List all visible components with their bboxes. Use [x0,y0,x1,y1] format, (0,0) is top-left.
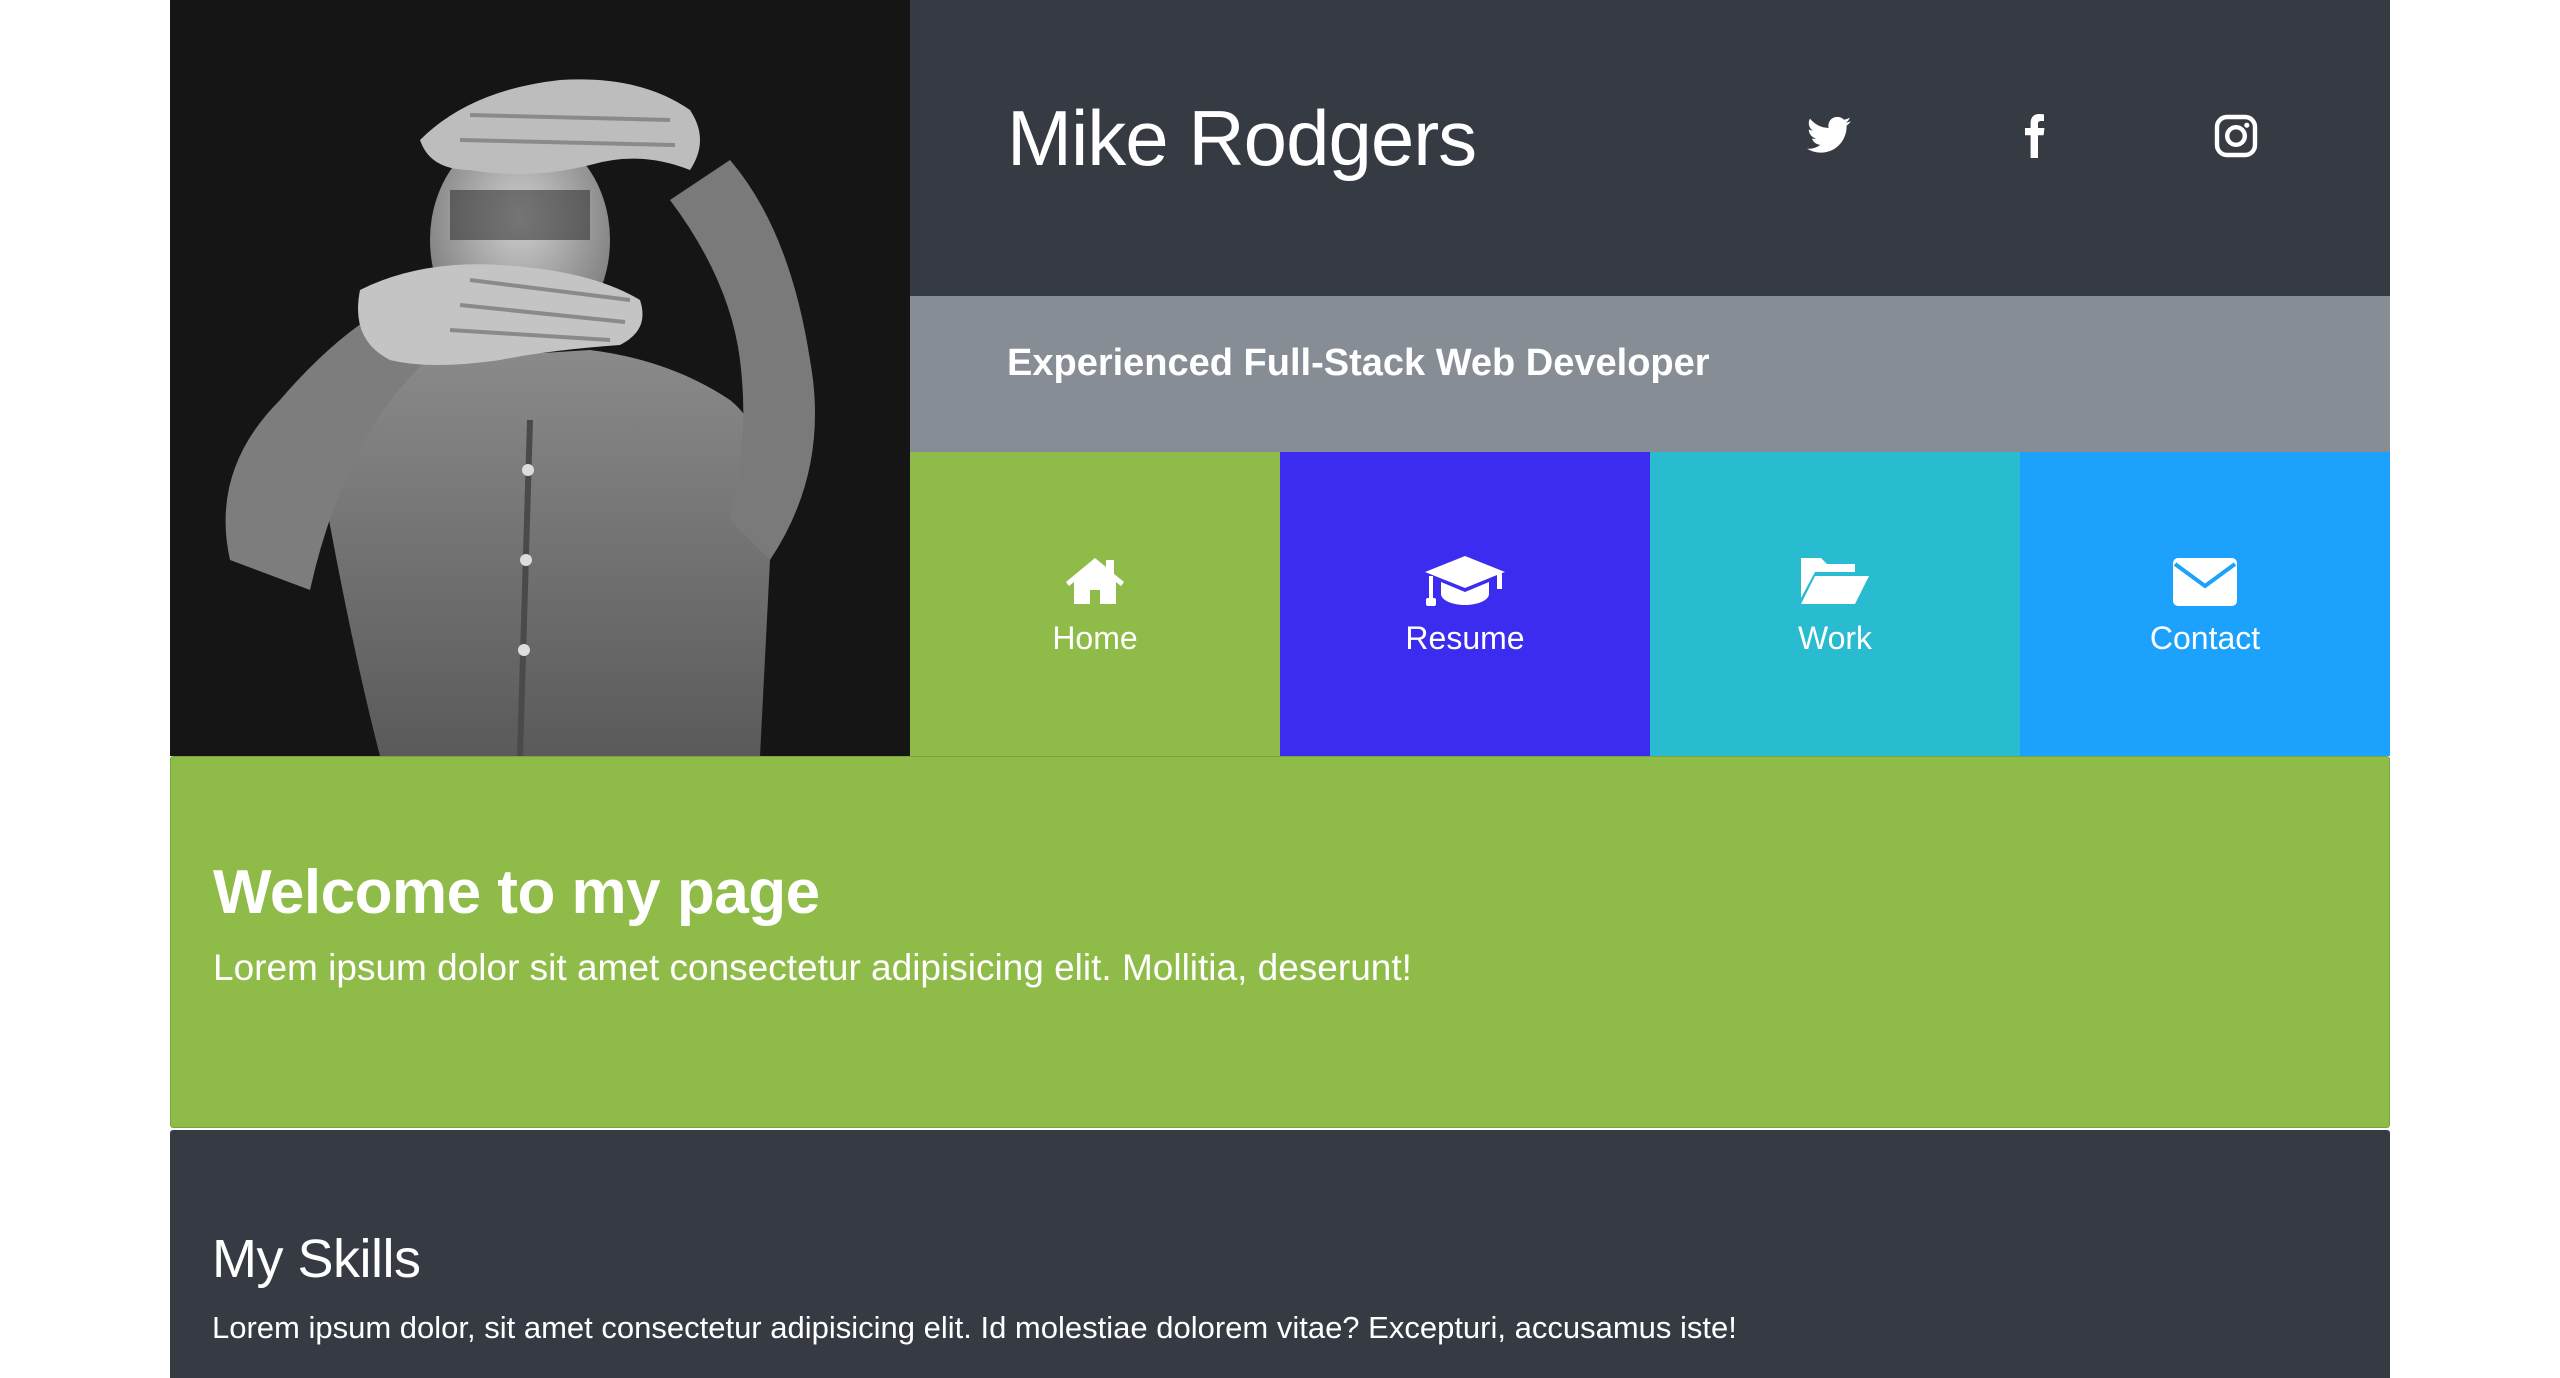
nav-item-contact[interactable]: Contact [2020,452,2390,756]
showcase: Mike Rodgers Experienced Full-Stack Web … [170,0,2468,756]
tagline: Experienced Full-Stack Web Developer [1007,342,1710,384]
github-icon [2421,112,2468,159]
folder-open-icon [1799,552,1871,608]
envelope-icon [2171,552,2239,608]
instagram-link[interactable] [2212,112,2260,160]
nav-label-contact: Contact [2149,620,2261,656]
main-nav: Home Resume Work Contact [910,452,2390,756]
portrait-image [170,0,910,756]
skills-section: My Skills Lorem ipsum dolor, sit amet co… [170,1130,2390,1378]
graduation-cap-icon [1423,552,1507,608]
facebook-link[interactable] [2010,112,2058,160]
subtitle-bar: Experienced Full-Stack Web Developer [910,296,2390,452]
nav-label-work: Work [1797,620,1873,656]
twitter-link[interactable] [1805,112,1853,160]
instagram-icon [2214,114,2258,158]
facebook-icon [2025,114,2045,158]
site-title: Mike Rodgers [1007,94,1477,182]
nav-label-home: Home [1052,620,1138,656]
nav-item-resume[interactable]: Resume [1280,452,1650,756]
welcome-section: Welcome to my page Lorem ipsum dolor sit… [170,756,2390,1128]
skills-text: Lorem ipsum dolor, sit amet consectetur … [212,1310,1737,1345]
title-bar: Mike Rodgers [910,0,2468,296]
skills-heading: My Skills [212,1229,421,1289]
welcome-heading: Welcome to my page [213,858,820,927]
twitter-icon [1807,116,1851,153]
page: Mike Rodgers Experienced Full-Stack Web … [170,0,2468,1378]
home-icon [1063,552,1127,608]
nav-item-home[interactable]: Home [910,452,1280,756]
nav-item-work[interactable]: Work [1650,452,2020,756]
github-link[interactable] [2420,112,2468,160]
nav-label-resume: Resume [1405,620,1525,656]
welcome-text: Lorem ipsum dolor sit amet consectetur a… [213,947,1412,988]
